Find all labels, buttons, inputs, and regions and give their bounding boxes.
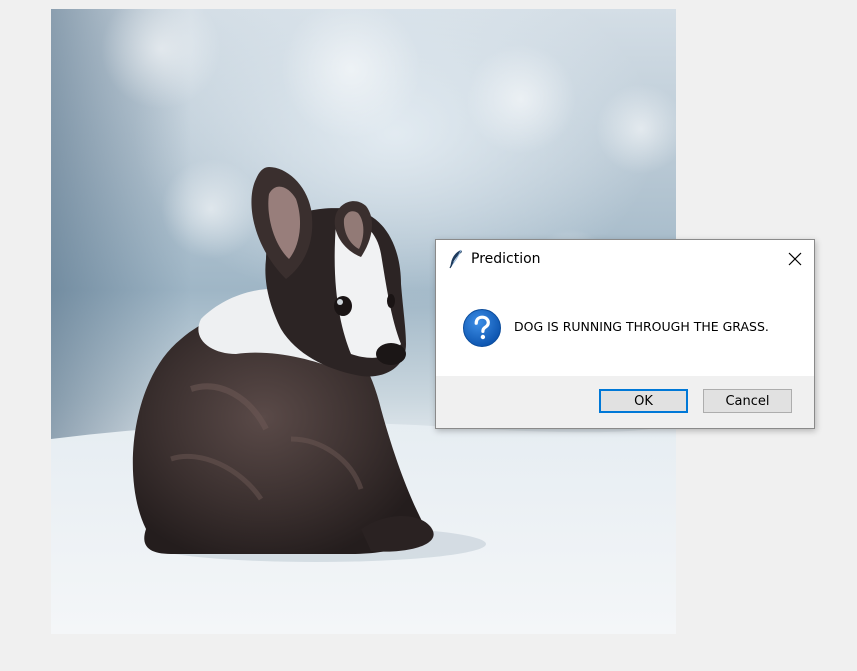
question-icon xyxy=(463,309,501,347)
cancel-button[interactable]: Cancel xyxy=(703,389,792,413)
dialog-titlebar[interactable]: Prediction xyxy=(436,240,814,278)
prediction-dialog: Prediction DOG IS RUNNING THROUGH THE GR… xyxy=(435,239,815,429)
close-button[interactable] xyxy=(776,240,814,278)
feather-icon xyxy=(448,249,464,269)
close-icon xyxy=(788,252,802,266)
dialog-content: DOG IS RUNNING THROUGH THE GRASS. xyxy=(436,278,814,376)
ok-button[interactable]: OK xyxy=(599,389,688,413)
prediction-message: DOG IS RUNNING THROUGH THE GRASS. xyxy=(514,319,769,334)
dialog-title: Prediction xyxy=(471,251,541,267)
dialog-footer: OK Cancel xyxy=(436,376,814,428)
